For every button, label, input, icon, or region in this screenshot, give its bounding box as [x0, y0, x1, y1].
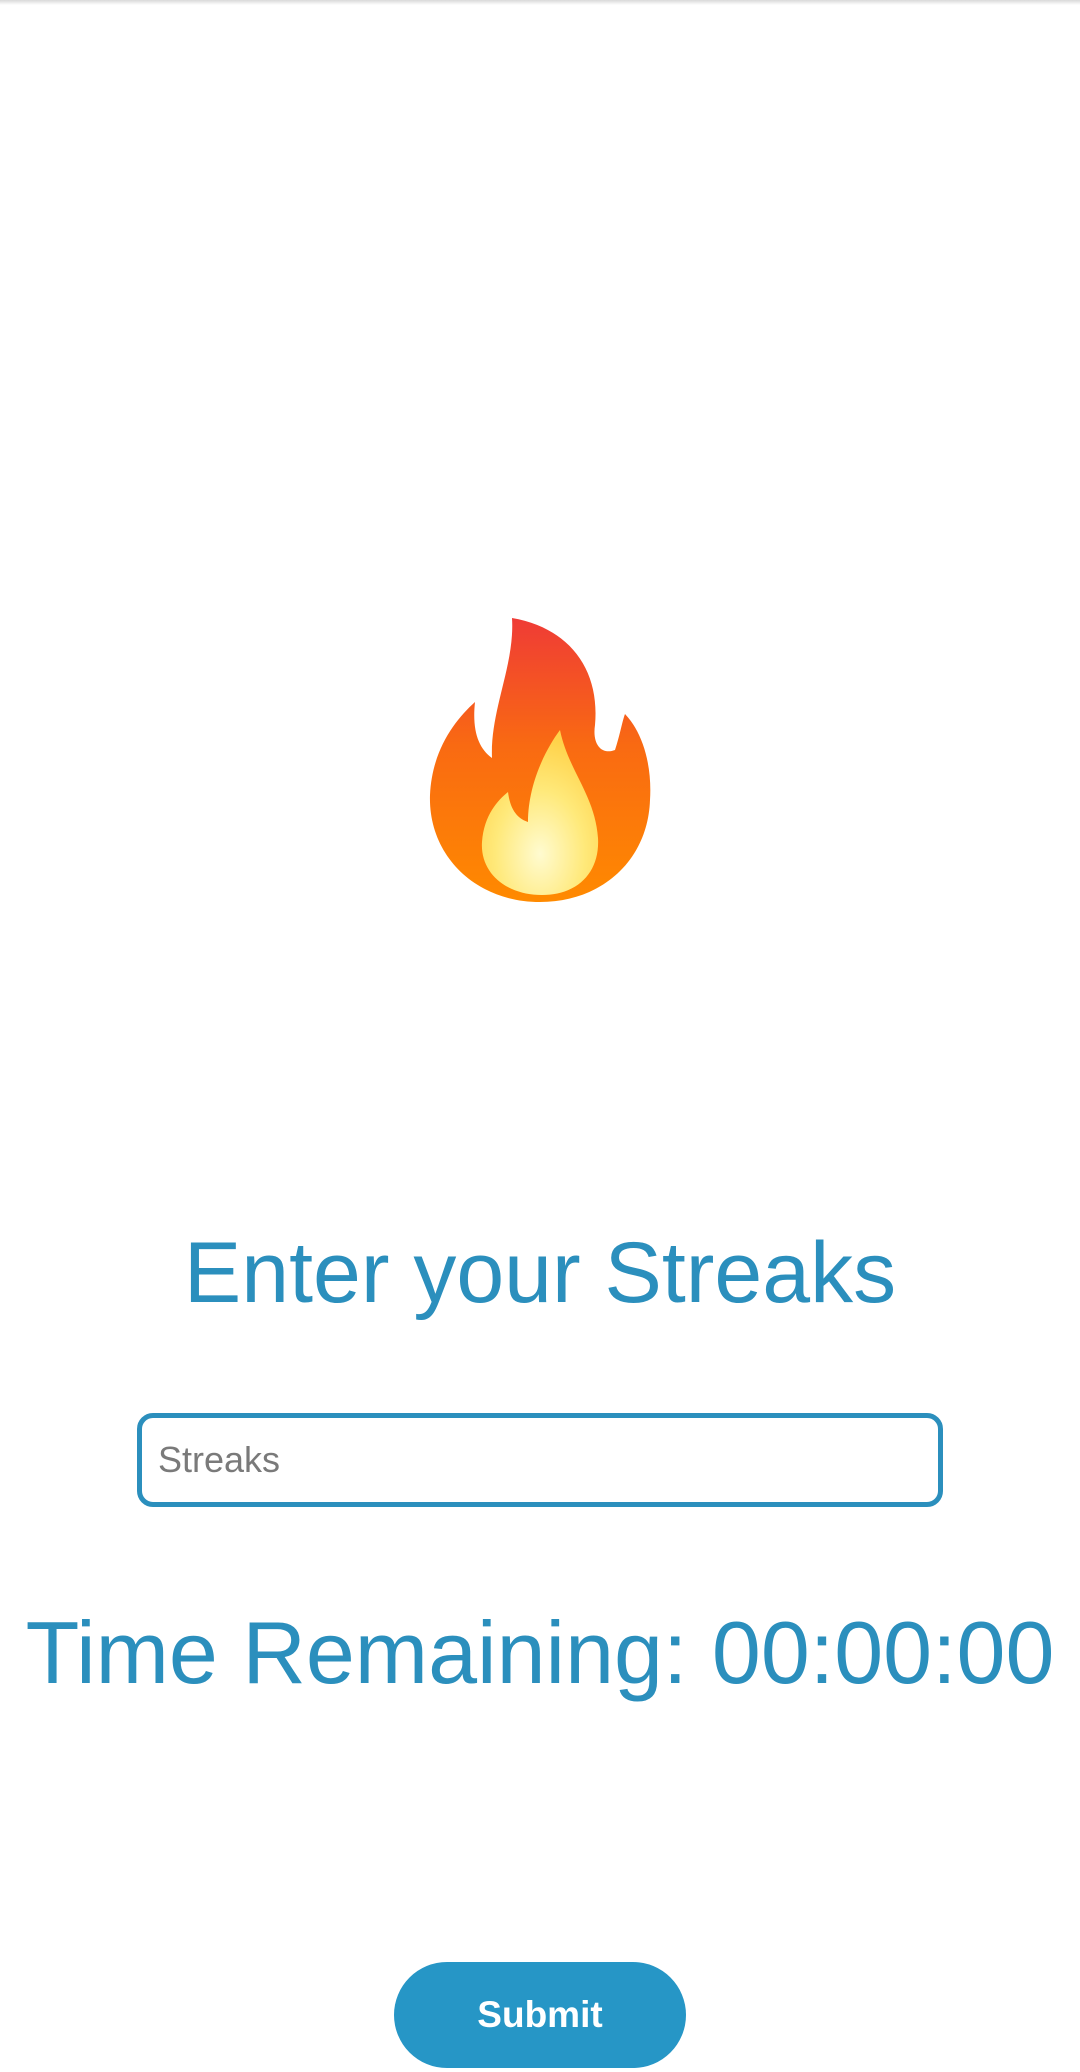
page-title: Enter your Streaks — [183, 1225, 897, 1321]
submit-button[interactable]: Submit — [394, 1962, 686, 2068]
fire-icon — [429, 618, 651, 902]
time-remaining-label: Time Remaining: 00:00:00 — [25, 1603, 1055, 1702]
streaks-input-container[interactable] — [137, 1413, 943, 1507]
streak-screen: Enter your Streaks Time Remaining: 00:00… — [0, 0, 1080, 2072]
streaks-input[interactable] — [142, 1418, 938, 1502]
top-shadow — [0, 0, 1080, 5]
